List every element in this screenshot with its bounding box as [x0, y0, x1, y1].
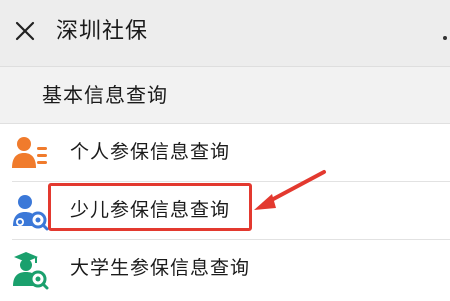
close-icon	[15, 21, 35, 41]
section-header: 基本信息查询	[0, 67, 450, 123]
annotation-arrow-icon	[254, 170, 326, 210]
graduate-search-icon	[10, 250, 50, 290]
page-title: 深圳社保	[56, 19, 149, 44]
list-item-label: 个人参保信息查询	[70, 141, 231, 163]
list-item-label: 大学生参保信息查询	[70, 257, 251, 279]
section-title: 基本信息查询	[42, 83, 168, 107]
more-menu-button[interactable]	[442, 28, 450, 40]
list-item-personal-insurance[interactable]: 个人参保信息查询	[0, 124, 450, 182]
person-card-icon	[10, 134, 50, 174]
highlight-box	[48, 183, 252, 231]
child-search-icon	[10, 192, 50, 232]
more-icon	[443, 36, 447, 40]
close-button[interactable]	[12, 18, 38, 44]
app-header: 深圳社保	[0, 0, 450, 67]
list-item-student-insurance[interactable]: 大学生参保信息查询	[0, 240, 450, 298]
